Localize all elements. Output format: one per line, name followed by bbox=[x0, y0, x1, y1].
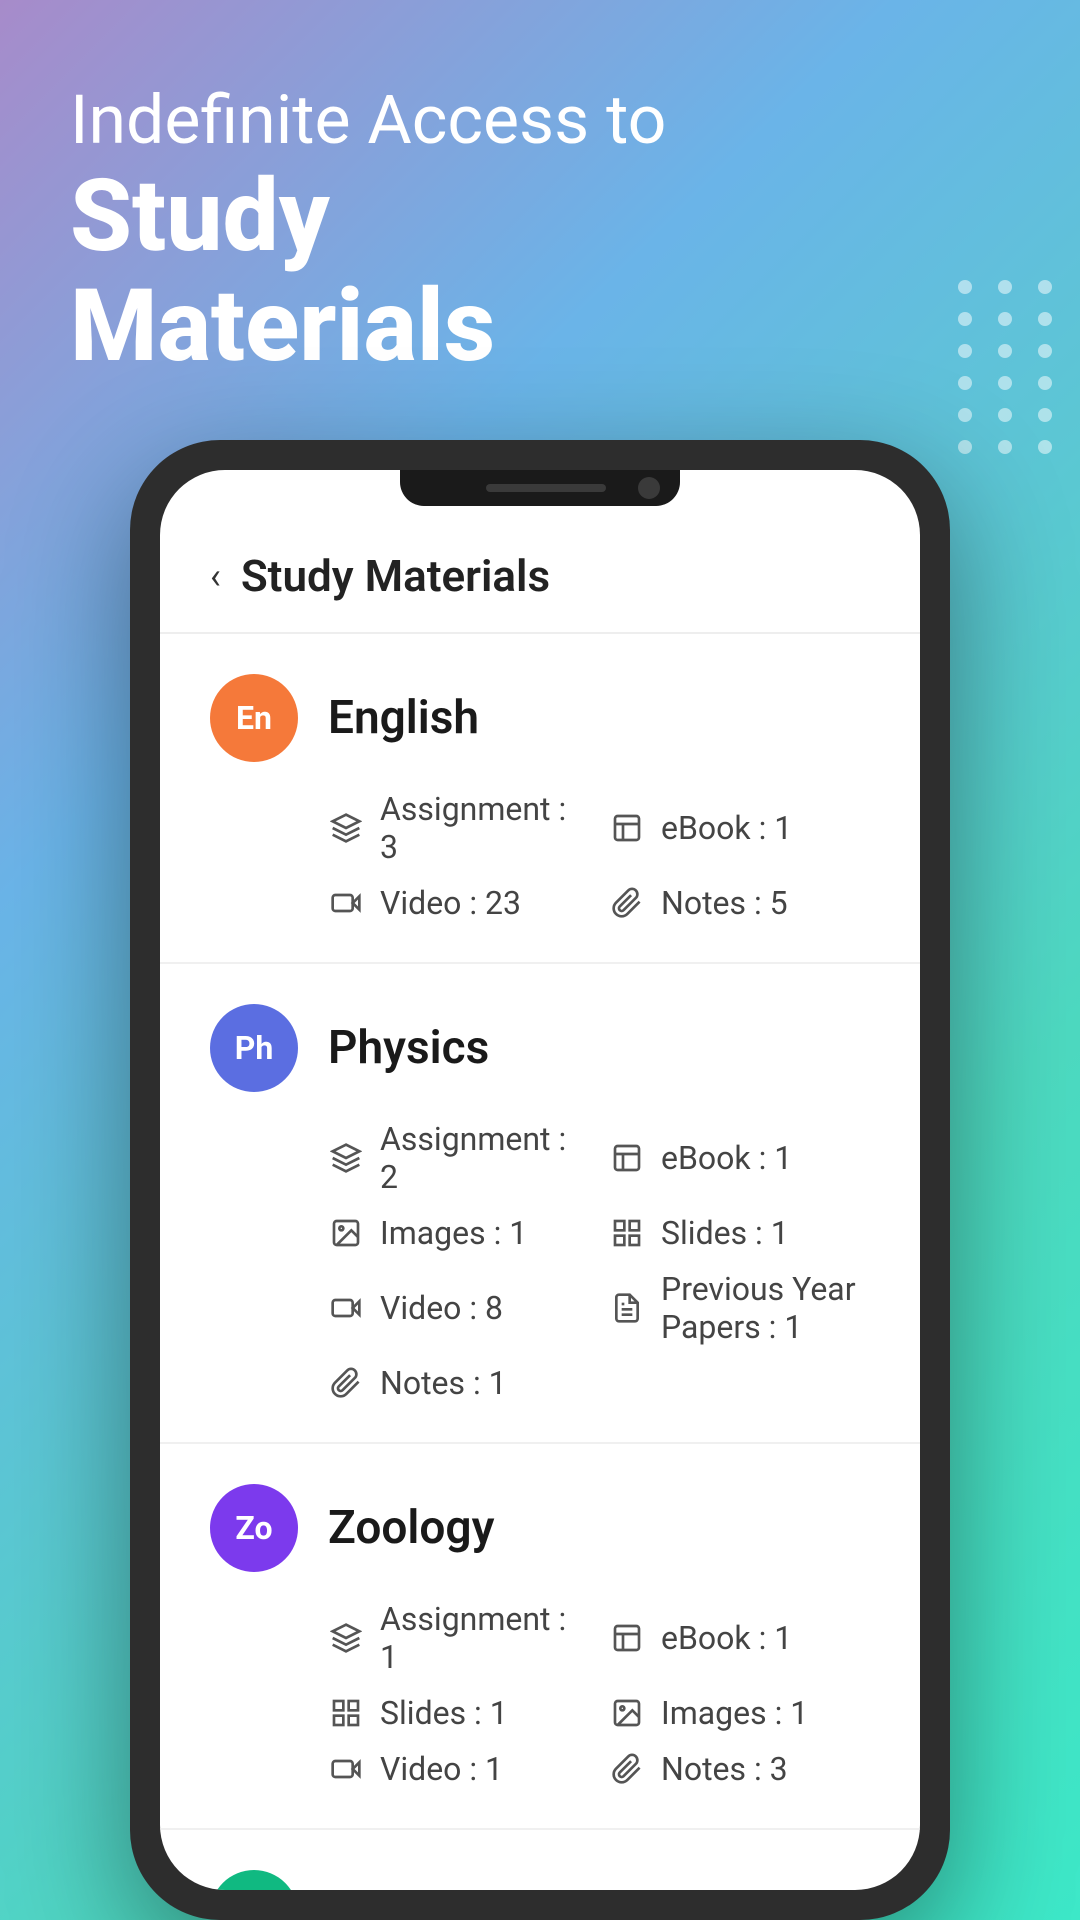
screen-title: Study Materials bbox=[241, 550, 550, 602]
english-stats: Assignment : 3 eBook : 1 Video : 23 Notes :… bbox=[210, 790, 870, 922]
paperclip-icon bbox=[609, 885, 645, 921]
stat-label: Slides : 1 bbox=[380, 1694, 508, 1732]
book-icon bbox=[609, 1620, 645, 1656]
physics-stat-paperclip: Notes : 1 bbox=[328, 1364, 589, 1402]
layers-icon bbox=[328, 1140, 364, 1176]
phone-frame: ‹ Study Materials En English Assignment : … bbox=[130, 440, 950, 1920]
layers-icon bbox=[328, 810, 364, 846]
stat-label: Notes : 3 bbox=[661, 1750, 788, 1788]
english-stat-book: eBook : 1 bbox=[609, 790, 870, 866]
notch-bar bbox=[486, 484, 606, 492]
grid-icon bbox=[609, 1215, 645, 1251]
paperclip-icon bbox=[609, 1751, 645, 1787]
stat-label: Video : 1 bbox=[380, 1750, 503, 1788]
maths-name: Maths bbox=[328, 1887, 458, 1890]
subject-list[interactable]: En English Assignment : 3 eBook : 1 Video : … bbox=[160, 634, 920, 1890]
zoology-avatar: Zo bbox=[210, 1484, 298, 1572]
stat-label: Notes : 1 bbox=[380, 1364, 507, 1402]
zoology-stat-image: Images : 1 bbox=[609, 1694, 870, 1732]
subject-item-physics[interactable]: Ph Physics Assignment : 2 eBook : 1 Images :… bbox=[160, 964, 920, 1444]
stat-label: Assignment : 3 bbox=[380, 790, 589, 866]
stat-label: Assignment : 1 bbox=[380, 1600, 589, 1676]
stat-label: Images : 1 bbox=[380, 1214, 527, 1252]
hero-section: Indefinite Access to StudyMaterials bbox=[70, 80, 666, 382]
zoology-stat-book: eBook : 1 bbox=[609, 1600, 870, 1676]
hero-line1: Indefinite Access to bbox=[70, 80, 666, 162]
zoology-stat-layers: Assignment : 1 bbox=[328, 1600, 589, 1676]
back-button[interactable]: ‹ bbox=[210, 555, 221, 597]
paperclip-icon bbox=[328, 1365, 364, 1401]
physics-name: Physics bbox=[328, 1021, 489, 1075]
stat-label: Video : 8 bbox=[380, 1289, 503, 1327]
book-icon bbox=[609, 1140, 645, 1176]
subject-item-english[interactable]: En English Assignment : 3 eBook : 1 Video : … bbox=[160, 634, 920, 964]
english-stat-paperclip: Notes : 5 bbox=[609, 884, 870, 922]
stat-label: Images : 1 bbox=[661, 1694, 808, 1732]
physics-stat-layers: Assignment : 2 bbox=[328, 1120, 589, 1196]
book-icon bbox=[609, 810, 645, 846]
zoology-stats: Assignment : 1 eBook : 1 Slides : 1 Images … bbox=[210, 1600, 870, 1788]
stat-label: eBook : 1 bbox=[661, 809, 792, 847]
physics-stat-video: Video : 8 bbox=[328, 1270, 589, 1346]
stat-label: Video : 23 bbox=[380, 884, 521, 922]
english-stat-layers: Assignment : 3 bbox=[328, 790, 589, 866]
english-name: English bbox=[328, 691, 479, 745]
stat-label: Previous Year Papers : 1 bbox=[661, 1270, 870, 1346]
video-icon bbox=[328, 1751, 364, 1787]
file-text-icon bbox=[609, 1290, 645, 1326]
subject-item-maths[interactable]: maMathsAssignment : 10Audio : 4eBook : 3… bbox=[160, 1830, 920, 1890]
zoology-stat-video: Video : 1 bbox=[328, 1750, 589, 1788]
video-icon bbox=[328, 885, 364, 921]
grid-icon bbox=[328, 1695, 364, 1731]
stat-label: Slides : 1 bbox=[661, 1214, 789, 1252]
stat-label: eBook : 1 bbox=[661, 1619, 792, 1657]
physics-avatar: Ph bbox=[210, 1004, 298, 1092]
dots-decoration bbox=[958, 280, 1060, 454]
hero-line2: StudyMaterials bbox=[70, 162, 666, 382]
zoology-name: Zoology bbox=[328, 1501, 494, 1555]
phone-screen: ‹ Study Materials En English Assignment : … bbox=[160, 470, 920, 1890]
phone-notch bbox=[400, 470, 680, 506]
english-avatar: En bbox=[210, 674, 298, 762]
phone-mockup: ‹ Study Materials En English Assignment : … bbox=[130, 440, 950, 1920]
english-stat-video: Video : 23 bbox=[328, 884, 589, 922]
stat-label: Notes : 5 bbox=[661, 884, 788, 922]
zoology-stat-grid: Slides : 1 bbox=[328, 1694, 589, 1732]
physics-stats: Assignment : 2 eBook : 1 Images : 1 Slides … bbox=[210, 1120, 870, 1402]
image-icon bbox=[609, 1695, 645, 1731]
maths-avatar: ma bbox=[210, 1870, 298, 1890]
stat-label: Assignment : 2 bbox=[380, 1120, 589, 1196]
subject-item-zoology[interactable]: Zo Zoology Assignment : 1 eBook : 1 Slides :… bbox=[160, 1444, 920, 1830]
zoology-stat-paperclip: Notes : 3 bbox=[609, 1750, 870, 1788]
stat-label: eBook : 1 bbox=[661, 1139, 792, 1177]
physics-stat-book: eBook : 1 bbox=[609, 1120, 870, 1196]
video-icon bbox=[328, 1290, 364, 1326]
physics-stat-file-text: Previous Year Papers : 1 bbox=[609, 1270, 870, 1346]
layers-icon bbox=[328, 1620, 364, 1656]
notch-camera bbox=[638, 477, 660, 499]
image-icon bbox=[328, 1215, 364, 1251]
physics-stat-image: Images : 1 bbox=[328, 1214, 589, 1252]
physics-stat-grid: Slides : 1 bbox=[609, 1214, 870, 1252]
